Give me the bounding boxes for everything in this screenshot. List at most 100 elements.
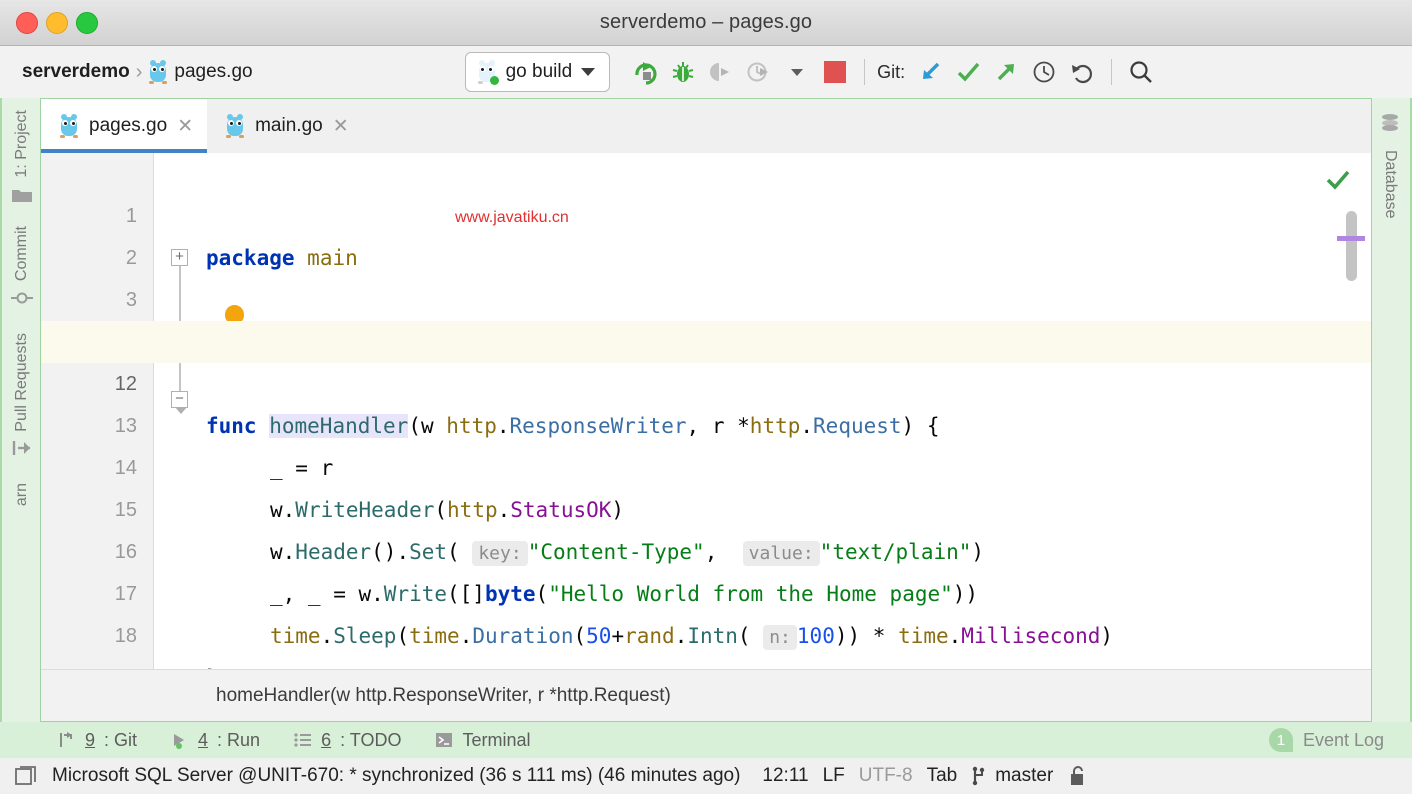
search-icon[interactable] xyxy=(1124,55,1158,89)
tool-window-mnemonic: 6 xyxy=(321,729,332,750)
undo-icon[interactable] xyxy=(1065,55,1099,89)
run-configuration-selector[interactable]: go build xyxy=(464,52,611,92)
folder-icon xyxy=(11,186,33,204)
code-line: 13 _ = r xyxy=(41,363,1371,480)
close-window-button[interactable] xyxy=(16,12,38,34)
event-log-button[interactable]: 1 Event Log xyxy=(1268,728,1384,752)
sidebar-item-learn[interactable]: arn xyxy=(13,483,31,506)
sidebar-item-project[interactable]: 1: Project xyxy=(11,110,33,204)
code-line: 14 w.WriteHeader(http.StatusOK) xyxy=(41,405,1371,522)
toolbar-divider xyxy=(864,59,866,85)
arrow-up-right-icon[interactable] xyxy=(989,55,1023,89)
code-lines: 1 package main 2 3 import ... 11 12 func… xyxy=(41,153,1371,669)
tool-window-label: : Git xyxy=(104,729,138,750)
encoding-indicator[interactable]: UTF-8 xyxy=(859,765,913,787)
status-bar: Microsoft SQL Server @UNIT-670: * synchr… xyxy=(0,758,1412,794)
sidebar-item-label: Database xyxy=(1382,150,1399,219)
editor-tab-bar: pages.go ✕ main.go ✕ xyxy=(41,99,1371,153)
run-button[interactable] xyxy=(628,55,662,89)
event-log-badge: 1 xyxy=(1268,728,1293,752)
zoom-window-button[interactable] xyxy=(76,12,98,34)
commit-icon xyxy=(11,289,33,307)
tool-window-todo[interactable]: 6 : TODO xyxy=(294,730,401,751)
go-gopher-icon xyxy=(225,114,245,138)
line-source: } xyxy=(206,657,219,669)
left-tool-window-stripe: 1: Project Commit Pull Requests arn xyxy=(2,98,42,722)
code-line: 16 _, _ = w.Write([]byte("Hello World fr… xyxy=(41,489,1371,606)
git-label: Git: xyxy=(877,61,906,82)
code-line-current: 12 func homeHandler(w http.ResponseWrite… xyxy=(41,321,1371,438)
inspection-ok-icon[interactable] xyxy=(1325,167,1351,193)
sidebar-item-label: arn xyxy=(13,483,30,507)
run-configuration-label: go build xyxy=(505,61,573,82)
git-branch-indicator[interactable]: master xyxy=(995,765,1053,787)
chevron-down-icon[interactable] xyxy=(581,68,596,76)
stop-square-icon[interactable] xyxy=(818,55,852,89)
sidebar-item-pull-requests[interactable]: Pull Requests xyxy=(11,333,33,458)
todo-list-icon xyxy=(294,731,312,749)
profiler-icon[interactable] xyxy=(742,55,776,89)
sidebar-item-label: Commit xyxy=(13,225,30,281)
go-gopher-icon xyxy=(477,60,499,85)
line-number: 19 xyxy=(41,657,137,669)
close-icon[interactable]: ✕ xyxy=(333,117,349,136)
git-branch-icon xyxy=(58,731,76,749)
minimize-window-button[interactable] xyxy=(46,12,68,34)
code-line: 2 xyxy=(41,195,1371,269)
editor-breadcrumb[interactable]: homeHandler(w http.ResponseWriter, r *ht… xyxy=(41,669,1371,721)
arrow-down-left-icon[interactable] xyxy=(913,55,947,89)
code-line: 15 w.Header().Set( key: "Content-Type", v… xyxy=(41,447,1371,566)
run-toolbar-actions xyxy=(628,55,852,89)
toolbar-divider-2 xyxy=(1111,59,1113,85)
go-gopher-icon xyxy=(148,60,168,84)
close-icon[interactable]: ✕ xyxy=(177,117,193,136)
code-line: 1 package main xyxy=(41,153,1371,270)
tool-window-mnemonic: 4 xyxy=(198,729,209,750)
window-title-bar: serverdemo – pages.go xyxy=(0,0,1412,46)
unlocked-icon[interactable] xyxy=(1067,765,1087,787)
main-toolbar: serverdemo › pages.go go build Git: xyxy=(0,46,1412,98)
indent-indicator[interactable]: Tab xyxy=(927,765,958,787)
code-line: 18 } xyxy=(41,573,1371,669)
sidebar-item-commit[interactable]: Commit xyxy=(11,226,33,307)
window-traffic-lights xyxy=(16,12,98,34)
terminal-icon xyxy=(435,731,453,749)
tool-window-label: Terminal xyxy=(462,729,531,750)
code-line: 17 time.Sleep(time.Duration(50+rand.Intn… xyxy=(41,531,1371,650)
go-gopher-icon xyxy=(59,114,79,138)
event-log-label: Event Log xyxy=(1302,729,1384,750)
breadcrumb-project[interactable]: serverdemo xyxy=(22,61,130,83)
git-toolbar-actions xyxy=(913,55,1099,89)
ide-window: serverdemo – pages.go serverdemo › pages… xyxy=(0,0,1412,794)
panel-icon[interactable] xyxy=(14,764,38,788)
breadcrumb: serverdemo › pages.go xyxy=(22,60,253,84)
editor-tab-label: main.go xyxy=(255,115,323,136)
editor-scrollbar-thumb[interactable] xyxy=(1346,211,1357,281)
clock-icon[interactable] xyxy=(1027,55,1061,89)
tool-window-terminal[interactable]: Terminal xyxy=(435,730,530,751)
breadcrumb-file[interactable]: pages.go xyxy=(174,61,252,83)
git-branch-icon xyxy=(971,766,989,786)
sidebar-item-database[interactable]: Database xyxy=(1379,112,1401,219)
editor-tab-main-go[interactable]: main.go ✕ xyxy=(207,99,363,153)
tool-window-git[interactable]: 9 : Git xyxy=(58,730,137,751)
line-separator-indicator[interactable]: LF xyxy=(823,765,845,787)
checkmark-icon[interactable] xyxy=(951,55,985,89)
code-line: 19 xyxy=(41,615,1371,669)
code-editor[interactable]: + − 1 package main 2 3 import ... 11 xyxy=(41,153,1371,669)
tool-window-run[interactable]: 4: Run xyxy=(171,730,260,751)
editor-tab-label: pages.go xyxy=(89,115,168,136)
editor-tab-pages-go[interactable]: pages.go ✕ xyxy=(41,99,208,153)
database-icon xyxy=(1379,112,1401,134)
right-tool-window-stripe: Database xyxy=(1370,98,1410,722)
chevron-down-icon[interactable] xyxy=(780,55,814,89)
debug-bug-icon[interactable] xyxy=(666,55,700,89)
code-line: 11 xyxy=(41,279,1371,353)
error-stripe-marker[interactable] xyxy=(1337,236,1365,241)
editor-panel: pages.go ✕ main.go ✕ + − 1 package main … xyxy=(40,98,1372,722)
tool-window-label: : TODO xyxy=(340,729,402,750)
coverage-icon[interactable] xyxy=(704,55,738,89)
tool-window-mnemonic: 9 xyxy=(85,729,96,750)
code-line: 3 import ... xyxy=(41,237,1371,354)
status-message[interactable]: Microsoft SQL Server @UNIT-670: * synchr… xyxy=(52,765,740,787)
